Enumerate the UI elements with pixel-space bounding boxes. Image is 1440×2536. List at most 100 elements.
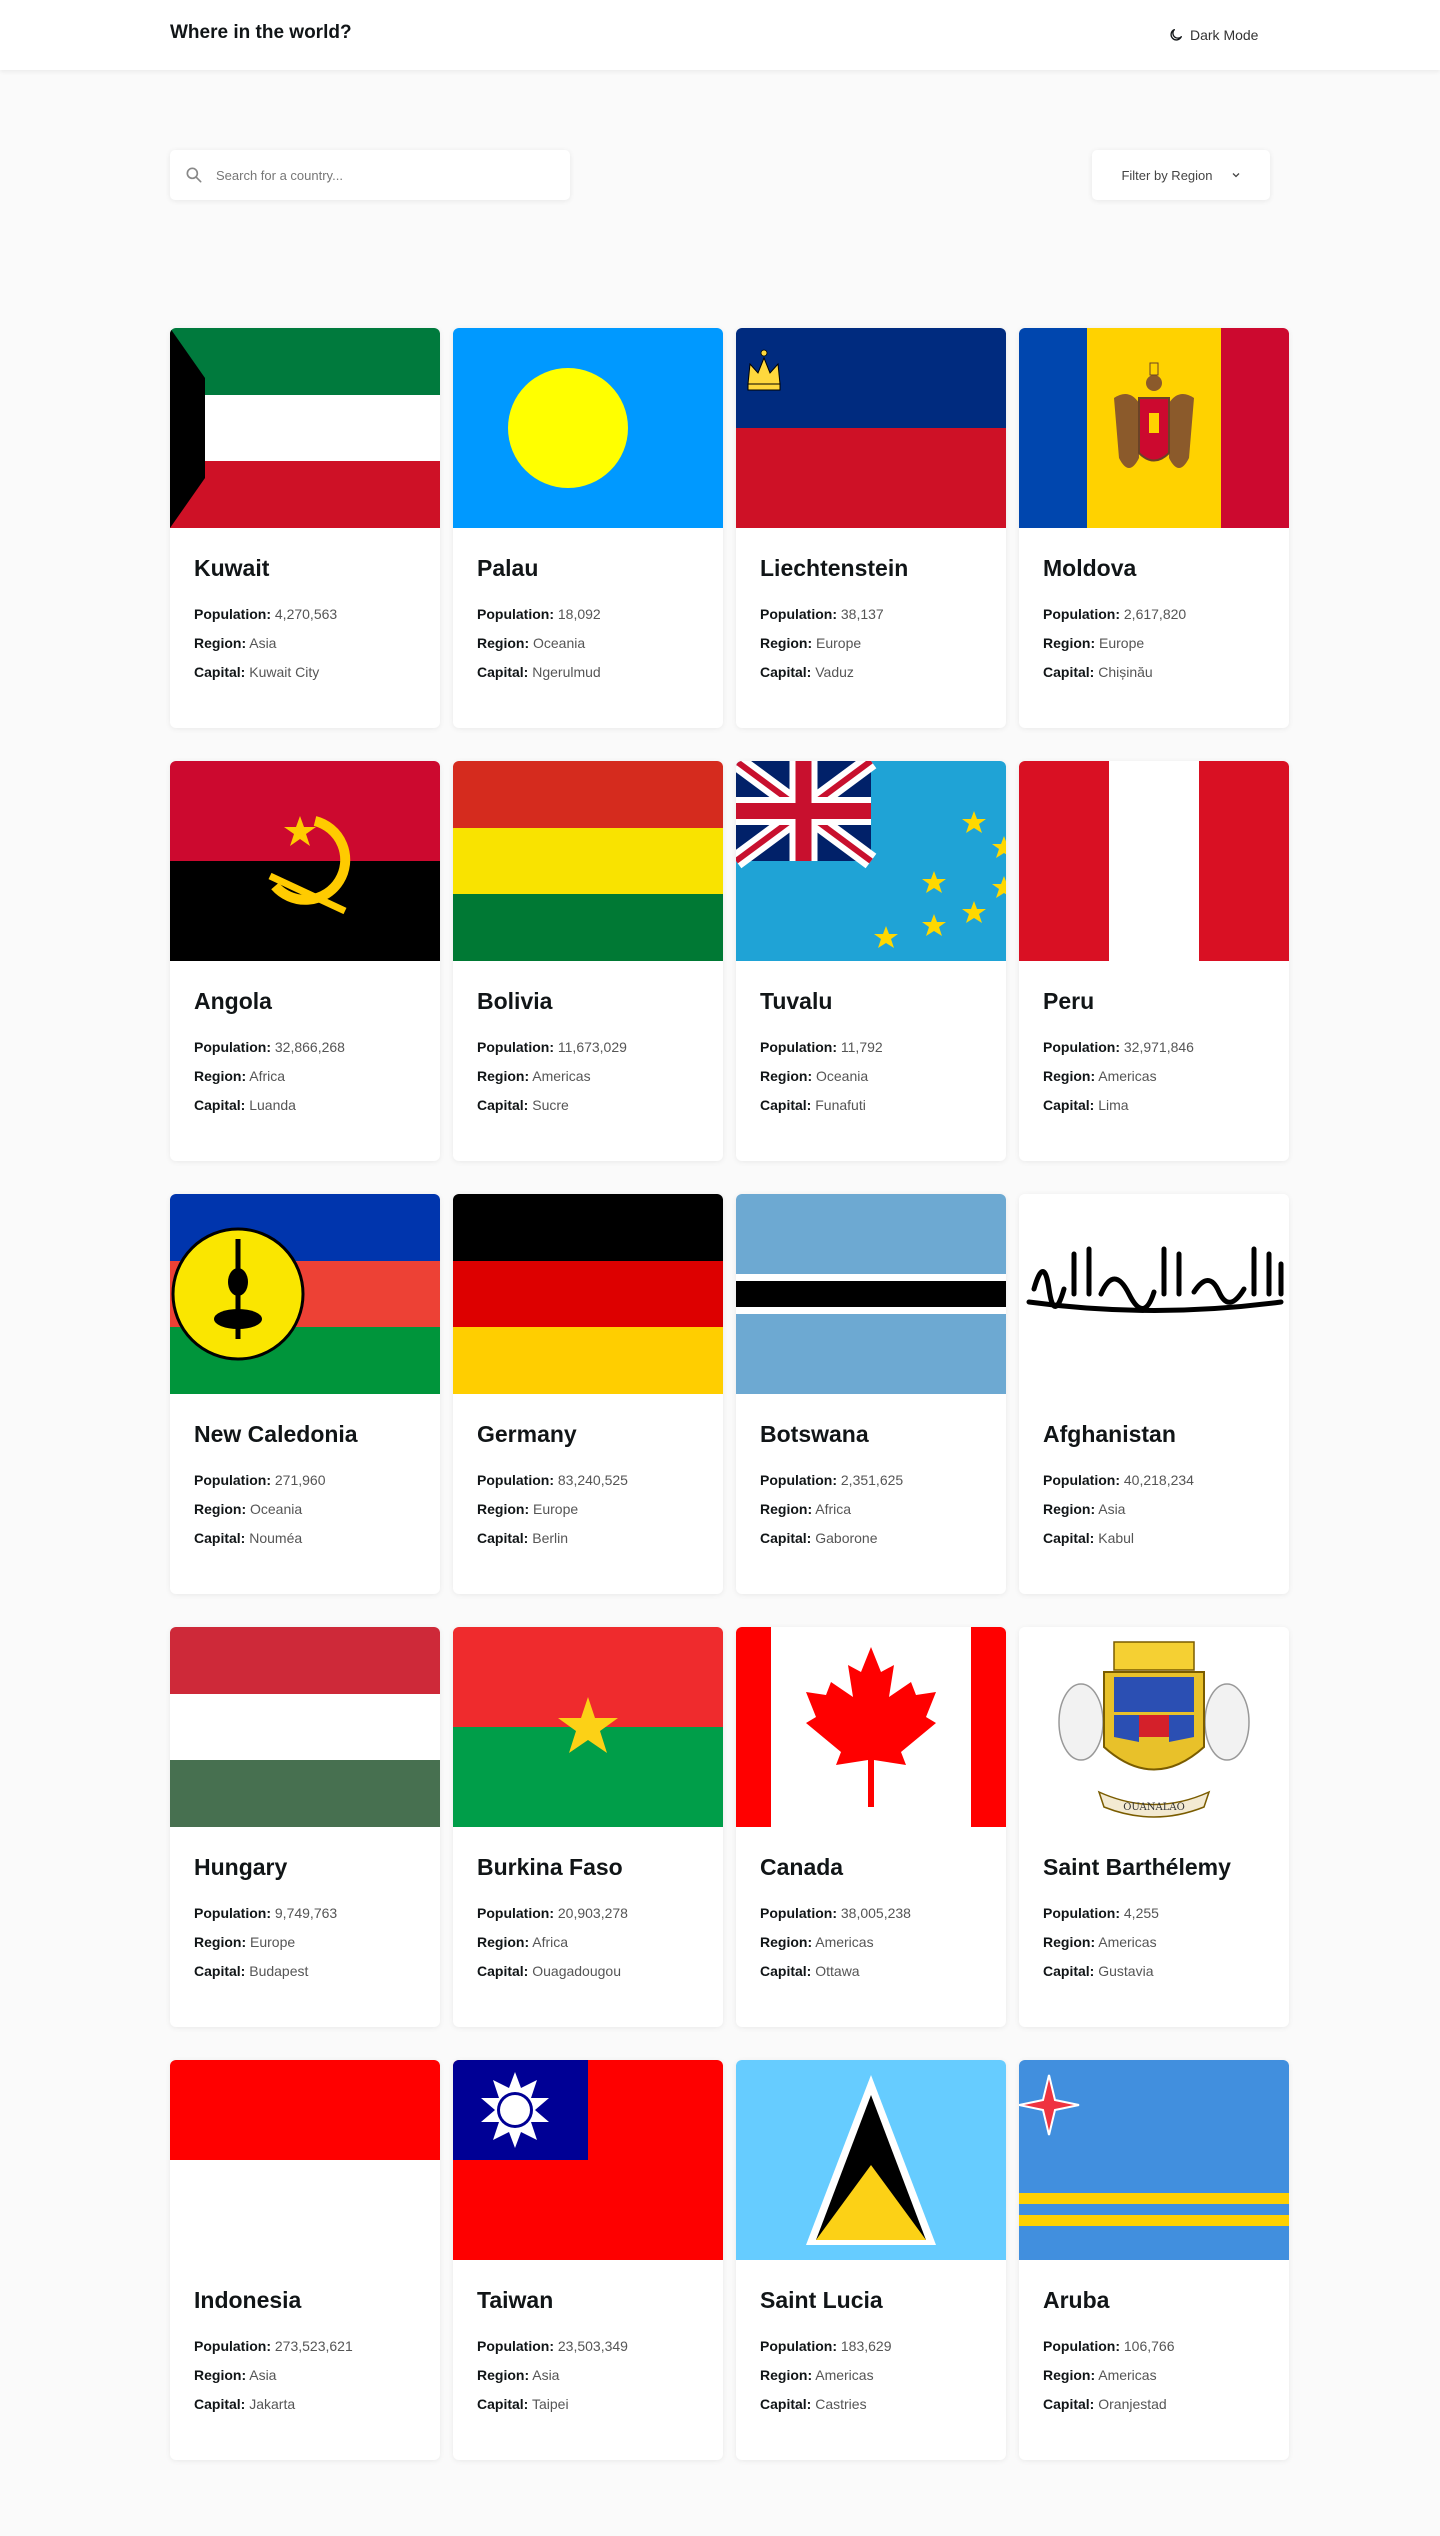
region-label: Region: [477,1934,530,1950]
card-body: Moldova Population: 2,617,820 Region: Euro… [1019,528,1289,687]
region-row: Region: Europe [760,629,982,658]
country-card-kuwait[interactable]: Kuwait Population: 4,270,563 Region: Asia C… [170,328,440,728]
population-label: Population: [194,606,271,622]
population-label: Population: [477,606,554,622]
card-body: Botswana Population: 2,351,625 Region: Afr… [736,1394,1006,1553]
country-name: Burkina Faso [477,1854,623,1880]
card-body: Taiwan Population: 23,503,349 Region: Asia… [453,2260,723,2419]
region-label: Region: [1043,1501,1096,1517]
population-label: Population: [194,1039,271,1055]
region-label: Region: [477,1068,530,1084]
search-icon [186,167,202,183]
flag-burkina-faso [453,1627,723,1827]
country-card-hungary[interactable]: Hungary Population: 9,749,763 Region: Euro… [170,1627,440,2027]
population-row: Population: 38,005,238 [760,1899,982,1928]
region-value: Americas [1098,2367,1157,2383]
flag-moldova [1019,328,1289,528]
capital-row: Capital: Kabul [1043,1524,1265,1553]
capital-row: Capital: Vaduz [760,658,982,687]
capital-value: Jakarta [249,2396,296,2412]
app-header: Where in the world? Dark Mode [0,0,1440,70]
country-card-peru[interactable]: Peru Population: 32,971,846 Region: Americ… [1019,761,1289,1161]
capital-label: Capital: [194,1530,246,1546]
population-label: Population: [760,1472,837,1488]
card-body: Canada Population: 38,005,238 Region: Amer… [736,1827,1006,1986]
flag-aruba [1019,2060,1289,2260]
moon-icon [1170,29,1182,41]
country-card-germany[interactable]: Germany Population: 83,240,525 Region: Eur… [453,1194,723,1594]
search-input[interactable] [216,150,556,200]
capital-row: Capital: Luanda [194,1091,416,1120]
population-value: 40,218,234 [1123,1472,1194,1488]
population-value: 38,137 [840,606,884,622]
population-value: 32,971,846 [1123,1039,1194,1055]
card-body: Hungary Population: 9,749,763 Region: Euro… [170,1827,440,1986]
region-value: Oceania [250,1501,303,1517]
population-row: Population: 18,092 [477,600,699,629]
capital-value: Budapest [249,1963,309,1979]
population-value: 4,255 [1123,1905,1159,1921]
capital-value: Ngerulmud [532,664,601,680]
population-row: Population: 11,792 [760,1033,982,1062]
region-label: Region: [477,635,530,651]
capital-label: Capital: [1043,1963,1095,1979]
country-card-aruba[interactable]: Aruba Population: 106,766 Region: Americas… [1019,2060,1289,2460]
country-card-indonesia[interactable]: Indonesia Population: 273,523,621 Region: … [170,2060,440,2460]
dark-mode-toggle[interactable]: Dark Mode [1168,24,1258,46]
population-label: Population: [1043,1472,1120,1488]
region-filter-dropdown[interactable]: Filter by Region [1092,150,1270,200]
country-card-angola[interactable]: Angola Population: 32,866,268 Region: Afri… [170,761,440,1161]
capital-value: Taipei [531,2396,569,2412]
country-name: Hungary [194,1854,288,1880]
region-value: Asia [1098,1501,1126,1517]
country-card-taiwan[interactable]: Taiwan Population: 23,503,349 Region: Asia… [453,2060,723,2460]
card-body: Burkina Faso Population: 20,903,278 Region… [453,1827,723,1986]
region-label: Region: [194,2367,247,2383]
population-row: Population: 273,523,621 [194,2332,416,2361]
region-value: Africa [249,1068,286,1084]
chevron-down-icon [1232,173,1239,178]
capital-row: Capital: Gaborone [760,1524,982,1553]
population-value: 20,903,278 [557,1905,628,1921]
country-card-saint-lucia[interactable]: Saint Lucia Population: 183,629 Region: Am… [736,2060,1006,2460]
country-card-moldova[interactable]: Moldova Population: 2,617,820 Region: Euro… [1019,328,1289,728]
population-value: 18,092 [557,606,601,622]
capital-row: Capital: Berlin [477,1524,699,1553]
flag-kuwait [170,328,440,528]
search-box [170,150,570,200]
population-label: Population: [760,606,837,622]
population-row: Population: 20,903,278 [477,1899,699,1928]
region-label: Region: [1043,1934,1096,1950]
country-card-saint-barthelemy[interactable]: OUANALAO Saint Barthélemy Population: 4,2… [1019,1627,1289,2027]
capital-row: Capital: Ottawa [760,1957,982,1986]
country-card-bolivia[interactable]: Bolivia Population: 11,673,029 Region: Ame… [453,761,723,1161]
region-row: Region: Europe [1043,629,1265,658]
country-card-botswana[interactable]: Botswana Population: 2,351,625 Region: Afr… [736,1194,1006,1594]
card-body: Palau Population: 18,092 Region: Oceania Ca… [453,528,723,687]
region-label: Region: [760,1934,813,1950]
capital-row: Capital: Taipei [477,2390,699,2419]
region-value: Americas [815,2367,874,2383]
country-card-new-caledonia[interactable]: New Caledonia Population: 271,960 Region: … [170,1194,440,1594]
capital-row: Capital: Chișinău [1043,658,1265,687]
capital-label: Capital: [760,1963,812,1979]
country-card-afghanistan[interactable]: Afghanistan Population: 40,218,234 Region:… [1019,1194,1289,1594]
country-name: Angola [194,988,272,1014]
region-row: Region: Asia [1043,1495,1265,1524]
region-row: Region: Americas [1043,2361,1265,2390]
motto-ribbon-text: OUANALAO [1123,1802,1185,1813]
country-card-tuvalu[interactable]: Tuvalu Population: 11,792 Region: Oceania C… [736,761,1006,1161]
country-card-palau[interactable]: Palau Population: 18,092 Region: Oceania Ca… [453,328,723,728]
flag-afghanistan [1019,1194,1289,1394]
country-card-burkina-faso[interactable]: Burkina Faso Population: 20,903,278 Region… [453,1627,723,2027]
country-card-liechtenstein[interactable]: Liechtenstein Population: 38,137 Region: E… [736,328,1006,728]
population-value: 183,629 [840,2338,892,2354]
country-card-canada[interactable]: Canada Population: 38,005,238 Region: Amer… [736,1627,1006,2027]
country-name: Bolivia [477,988,553,1014]
card-body: Indonesia Population: 273,523,621 Region: … [170,2260,440,2419]
region-label: Region: [194,635,247,651]
population-label: Population: [760,1905,837,1921]
flag-canada [736,1627,1006,1827]
capital-value: Chișinău [1098,664,1153,680]
region-label: Region: [760,1501,813,1517]
